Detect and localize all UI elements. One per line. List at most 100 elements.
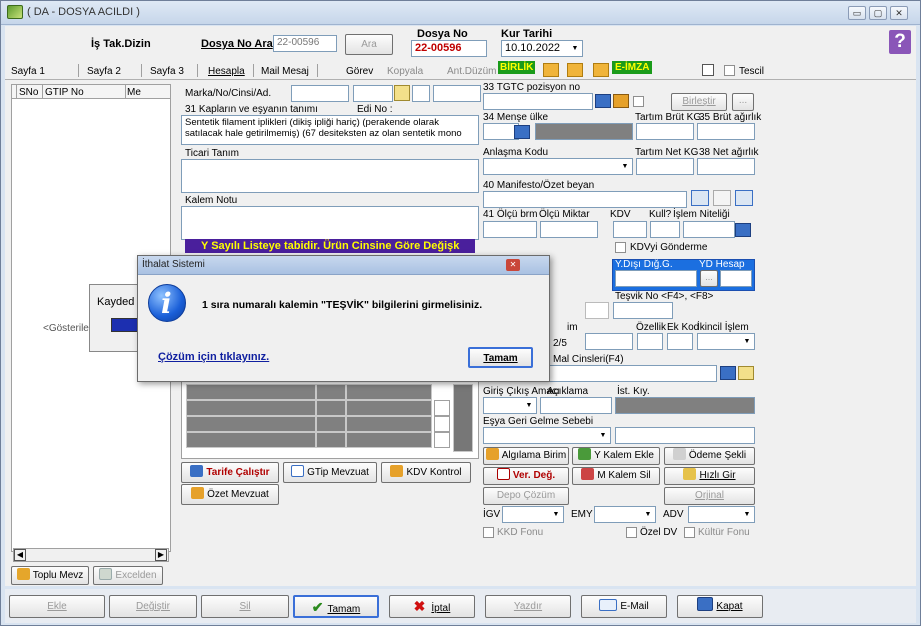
tab-gorev[interactable]: Görev [346,66,373,77]
kdv-input[interactable] [613,221,647,238]
calculator-icon[interactable] [595,94,611,108]
grid-cell[interactable] [186,432,316,448]
depo-cozum-button[interactable]: Depo Çözüm [483,487,569,505]
blank-button[interactable] [713,190,731,206]
adv-combo[interactable]: ▼ [688,506,755,523]
ek-kod-input[interactable] [667,333,693,350]
list-icon[interactable] [691,190,709,206]
esya-geri-input[interactable] [615,427,755,444]
cozum-link[interactable]: Çözüm için tıklayınız. [158,351,269,363]
ozet-mevzuat-button[interactable]: Özet Mevzuat [181,484,279,505]
net-agirlik-input[interactable] [697,158,755,175]
tgtc-checkbox[interactable] [633,96,644,107]
odeme-sekli-button[interactable]: Ödeme Şekli [664,447,755,465]
tab-ant-duzum[interactable]: Ant.Düzüm [447,66,496,77]
kultur-fonu-checkbox[interactable] [684,527,695,538]
grid-cell[interactable] [316,416,346,432]
kalem-notu-textarea[interactable] [181,206,479,240]
kdvyi-gonderme-checkbox[interactable] [615,242,626,253]
ozellik-input[interactable] [637,333,663,350]
hizli-gir-button[interactable]: Hızlı Gir [664,467,755,485]
grid-cell[interactable] [316,432,346,448]
dosya-no-ara-label[interactable]: Dosya No Ara [201,38,273,50]
algilama-birim-button[interactable]: Algılama Birim [483,447,569,465]
grid-scrollbar[interactable] [453,384,473,452]
tgtc-input[interactable] [483,93,593,110]
tab-sayfa-3[interactable]: Sayfa 3 [150,66,184,77]
sil-button[interactable]: Sil [201,595,289,618]
marka-input[interactable] [291,85,349,102]
anlasma-kodu-combo[interactable]: ▼ [483,158,633,175]
col-sno[interactable]: SNo [19,87,38,98]
grid-cell[interactable] [316,384,346,400]
dosya-no-search-input[interactable]: 22-00596 [273,35,337,52]
birlestir-button[interactable]: Birleştir [671,93,727,111]
grid-cell[interactable] [346,432,432,448]
tamam-button[interactable]: ✔ Tamam [293,595,379,618]
grid-cell[interactable] [186,384,316,400]
yd-hesap-input[interactable] [720,270,752,287]
brut-agirlik-input[interactable] [697,123,755,140]
grid-cell[interactable] [186,400,316,416]
marka-input-2[interactable] [353,85,393,102]
ekle-button[interactable]: Ekle [9,595,105,618]
iptal-button[interactable]: ✖ İptal [389,595,475,618]
tesvik-input[interactable] [613,302,673,319]
grid-cell[interactable] [316,400,346,416]
grid-checkbox[interactable] [434,416,450,432]
e-imza-button[interactable]: E-İMZA [612,61,653,74]
email-button[interactable]: E-Mail [581,595,667,618]
tab-sayfa-2[interactable]: Sayfa 2 [87,66,121,77]
grid-cell[interactable] [346,384,432,400]
edit-icon[interactable] [738,366,754,380]
minimize-button[interactable]: ▭ [848,6,866,20]
dialog-ok-button[interactable]: Tamam [468,347,533,368]
tab-mail-mesaj[interactable]: Mail Mesaj [261,66,309,77]
ikincil-islem-combo[interactable]: ▼ [697,333,755,350]
kur-tarihi-combo[interactable]: 10.10.2022 ▼ [501,40,583,57]
esya-tanimi-textarea[interactable]: Sentetik filament iplikleri (dikiş ipliğ… [181,115,479,145]
ver-deg-button[interactable]: Ver. Değ. [483,467,569,485]
yazdir-button[interactable]: Yazdır [485,595,571,618]
tab-kopyala[interactable]: Kopyala [387,66,423,77]
tab-sayfa-1[interactable]: Sayfa 1 [11,66,45,77]
calculator-icon[interactable] [720,366,736,380]
tesvik-input-left[interactable] [585,302,609,319]
im-input[interactable] [585,333,633,350]
gtip-mevzuat-button[interactable]: GTip Mevzuat [283,462,377,483]
grid-cell[interactable] [346,400,432,416]
document-icon[interactable] [702,64,714,76]
birlik-button[interactable]: BİRLİK [498,61,536,74]
marka-input-3[interactable] [412,85,430,102]
dialog-close-icon[interactable]: ✕ [506,259,520,271]
calculator-icon[interactable] [735,223,751,237]
ara-button[interactable]: Ara [345,34,393,55]
toplu-mevzuat-button[interactable]: Toplu Mevz [11,566,89,585]
kull-input[interactable] [650,221,680,238]
maximize-button[interactable]: ▢ [869,6,887,20]
list-hscrollbar[interactable] [13,548,169,562]
kapat-button[interactable]: Kapat [677,595,763,618]
stack-icon[interactable] [613,94,629,108]
calculator-icon[interactable] [514,125,530,139]
igv-combo[interactable]: ▼ [502,506,564,523]
ozel-dv-checkbox[interactable] [626,527,637,538]
is-tak-dizin-label[interactable]: İş Tak.Dizin [91,38,151,50]
folder-open-icon[interactable] [593,63,609,77]
folder-icon[interactable] [543,63,559,77]
giris-cikis-combo[interactable]: ▼ [483,397,537,414]
manifesto-input[interactable] [483,191,687,208]
help-icon[interactable]: ? [889,30,911,54]
y-kalem-ekle-button[interactable]: Y Kalem Ekle [572,447,660,465]
marka-input-4[interactable] [433,85,481,102]
orjinal-button[interactable]: Orjinal [664,487,755,505]
grid-cell[interactable] [186,416,316,432]
folder-up-icon[interactable] [567,63,583,77]
yd-dots-button[interactable]: ... [700,270,718,287]
kkd-fonu-checkbox[interactable] [483,527,494,538]
scroll-left-icon[interactable]: ◀ [14,549,26,561]
info-icon[interactable] [735,190,753,206]
tab-hesapla[interactable]: Hesapla [208,66,245,77]
tarife-calistir-button[interactable]: Tarife Çalıştır [181,462,279,483]
degistir-button[interactable]: Değiştir [109,595,197,618]
